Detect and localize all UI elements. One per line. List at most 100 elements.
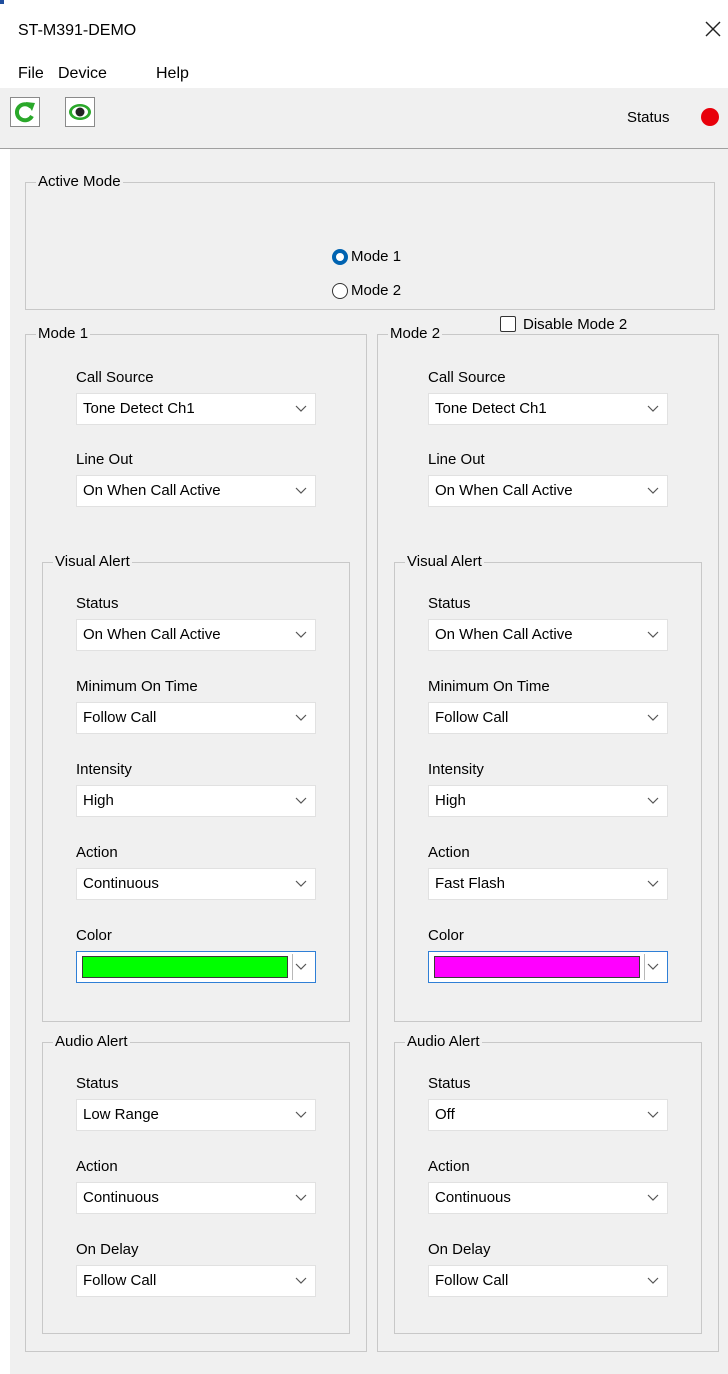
audio-status-label: Status [428,1075,471,1092]
menu-device[interactable]: Device [58,65,107,83]
color-select[interactable] [428,951,668,983]
call-source-value: Tone Detect Ch1 [83,400,195,417]
mode2-radio[interactable] [331,282,349,300]
visual-alert-group: Visual Alert Status On When Call Active … [42,553,350,1022]
chevron-down-icon [295,714,307,721]
chevron-down-icon [295,1111,307,1118]
audio-status-value: Low Range [83,1106,159,1123]
close-icon [705,21,721,37]
menu-help[interactable]: Help [156,65,189,83]
call-source-select[interactable]: Tone Detect Ch1 [428,393,668,425]
visual-action-select[interactable]: Continuous [76,868,316,900]
chevron-down-icon [647,405,659,412]
intensity-label: Intensity [76,761,132,778]
call-source-value: Tone Detect Ch1 [435,400,547,417]
intensity-select[interactable]: High [428,785,668,817]
visual-action-value: Fast Flash [435,875,506,892]
chevron-down-icon [295,1194,307,1201]
on-delay-select[interactable]: Follow Call [428,1265,668,1297]
color-select-divider [644,954,645,980]
min-on-time-select[interactable]: Follow Call [428,702,668,734]
audio-action-select[interactable]: Continuous [76,1182,316,1214]
visual-status-value: On When Call Active [83,626,221,643]
chevron-down-icon [295,1277,307,1284]
mode1-legend: Mode 1 [36,325,91,343]
audio-alert-group: Audio Alert Status Low Range Action Cont… [42,1033,350,1334]
visual-status-label: Status [428,595,471,612]
mode1-radio[interactable] [331,248,349,266]
color-select-divider [292,954,293,980]
chevron-down-icon [647,714,659,721]
active-mode-group: Active Mode Mode 1 Mode 2 Disable Mode 2 [25,173,715,333]
disable-mode2-label: Disable Mode 2 [523,316,628,333]
main-panel: Active Mode Mode 1 Mode 2 Disable Mode 2… [10,149,728,1374]
intensity-label: Intensity [428,761,484,778]
audio-status-select[interactable]: Off [428,1099,668,1131]
color-label: Color [428,927,464,944]
chevron-down-icon [295,963,307,970]
view-button[interactable] [65,97,95,127]
menu-bar: File Device Help [0,62,728,88]
audio-action-label: Action [76,1158,118,1175]
chevron-down-icon [295,797,307,804]
color-label: Color [76,927,112,944]
line-out-label: Line Out [428,451,485,468]
app-icon-mark [0,0,4,4]
chevron-down-icon [647,1194,659,1201]
intensity-select[interactable]: High [76,785,316,817]
min-on-time-select[interactable]: Follow Call [76,702,316,734]
close-button[interactable] [700,16,726,42]
line-out-select[interactable]: On When Call Active [76,475,316,507]
visual-alert-legend: Visual Alert [53,553,132,571]
audio-alert-legend: Audio Alert [405,1033,482,1051]
color-select[interactable] [76,951,316,983]
intensity-value: High [83,792,114,809]
chevron-down-icon [647,487,659,494]
refresh-icon [14,102,35,123]
chevron-down-icon [647,797,659,804]
line-out-value: On When Call Active [83,482,221,499]
visual-status-select[interactable]: On When Call Active [428,619,668,651]
call-source-select[interactable]: Tone Detect Ch1 [76,393,316,425]
visual-action-select[interactable]: Fast Flash [428,868,668,900]
audio-status-value: Off [435,1106,455,1123]
audio-action-value: Continuous [435,1189,511,1206]
audio-action-label: Action [428,1158,470,1175]
visual-status-select[interactable]: On When Call Active [76,619,316,651]
min-on-time-label: Minimum On Time [76,678,198,695]
visual-alert-group: Visual Alert Status On When Call Active … [394,553,702,1022]
status-indicator [701,108,719,126]
chevron-down-icon [295,880,307,887]
chevron-down-icon [647,880,659,887]
visual-status-label: Status [76,595,119,612]
line-out-select[interactable]: On When Call Active [428,475,668,507]
on-delay-value: Follow Call [435,1272,509,1289]
status-label: Status [627,109,670,126]
on-delay-label: On Delay [76,1241,139,1258]
color-swatch [434,956,640,978]
color-swatch [82,956,288,978]
menu-file[interactable]: File [18,65,44,83]
audio-status-label: Status [76,1075,119,1092]
intensity-value: High [435,792,466,809]
audio-action-select[interactable]: Continuous [428,1182,668,1214]
audio-action-value: Continuous [83,1189,159,1206]
chevron-down-icon [647,1277,659,1284]
active-mode-legend: Active Mode [36,173,123,191]
on-delay-value: Follow Call [83,1272,157,1289]
chevron-down-icon [647,963,659,970]
refresh-button[interactable] [10,97,40,127]
chevron-down-icon [295,405,307,412]
on-delay-label: On Delay [428,1241,491,1258]
line-out-value: On When Call Active [435,482,573,499]
mode2-group: Mode 2 Call Source Tone Detect Ch1 Line … [377,325,719,1352]
on-delay-select[interactable]: Follow Call [76,1265,316,1297]
chevron-down-icon [295,631,307,638]
mode2-legend: Mode 2 [388,325,443,343]
min-on-time-label: Minimum On Time [428,678,550,695]
mode1-group: Mode 1 Call Source Tone Detect Ch1 Line … [25,325,367,1352]
disable-mode2-checkbox[interactable] [500,316,516,332]
audio-status-select[interactable]: Low Range [76,1099,316,1131]
audio-alert-group: Audio Alert Status Off Action Continuous… [394,1033,702,1334]
call-source-label: Call Source [428,369,506,386]
